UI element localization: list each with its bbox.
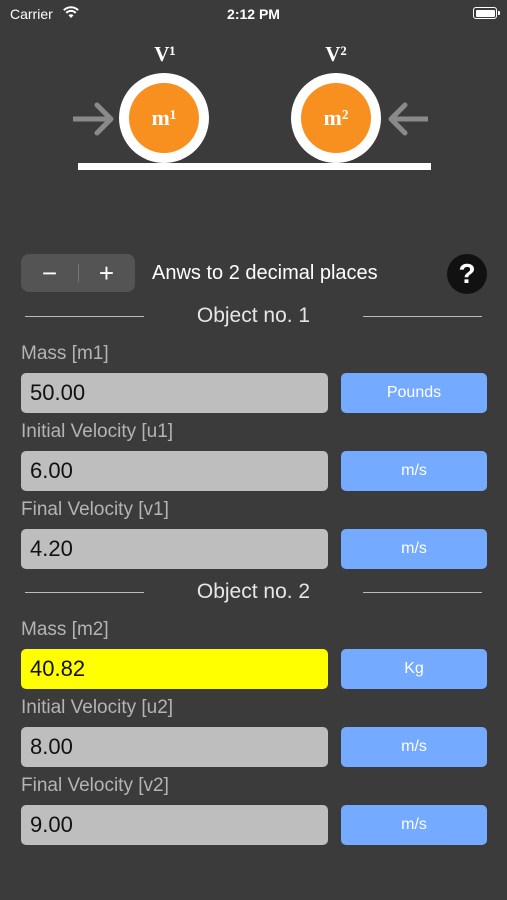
- help-button[interactable]: ?: [447, 254, 487, 294]
- final-velocity-v1-input[interactable]: 4.20: [21, 529, 328, 569]
- decimal-stepper[interactable]: − +: [21, 254, 135, 292]
- decrement-button[interactable]: −: [21, 254, 78, 292]
- object1-title: Object no. 1: [196, 304, 311, 327]
- v1-label: V¹: [154, 42, 175, 66]
- m1-label: m¹: [152, 105, 177, 130]
- mass-m1-unit-button[interactable]: Pounds: [341, 373, 487, 413]
- status-bar: Carrier 2:12 PM: [0, 0, 507, 28]
- collision-diagram: V¹ V² m¹ m²: [73, 42, 431, 170]
- object2-title: Object no. 2: [196, 580, 311, 603]
- ball-m2: m²: [291, 73, 381, 163]
- ground-line: [78, 163, 431, 170]
- final-velocity-v2-input[interactable]: 9.00: [21, 805, 328, 845]
- mass-m1-input[interactable]: 50.00: [21, 373, 328, 413]
- mass-m2-label: Mass [m2]: [21, 619, 109, 640]
- initial-velocity-u1-unit-button[interactable]: m/s: [341, 451, 487, 491]
- right-arrow-icon: [388, 102, 428, 136]
- final-velocity-v2-unit-button[interactable]: m/s: [341, 805, 487, 845]
- initial-velocity-u2-input[interactable]: 8.00: [21, 727, 328, 767]
- initial-velocity-u1-label: Initial Velocity [u1]: [21, 421, 174, 442]
- final-velocity-v1-label: Final Velocity [v1]: [21, 499, 169, 520]
- ball-m1: m¹: [119, 73, 209, 163]
- initial-velocity-u1-input[interactable]: 6.00: [21, 451, 328, 491]
- mass-m1-label: Mass [m1]: [21, 343, 109, 364]
- battery-icon: [473, 7, 500, 19]
- final-velocity-v1-unit-button[interactable]: m/s: [341, 529, 487, 569]
- clock: 2:12 PM: [227, 6, 280, 22]
- left-arrow-icon: [73, 102, 114, 136]
- initial-velocity-u2-label: Initial Velocity [u2]: [21, 697, 174, 718]
- final-velocity-v2-label: Final Velocity [v2]: [21, 775, 169, 796]
- v2-label: V²: [325, 42, 346, 66]
- decimal-places-label: Anws to 2 decimal places: [152, 262, 378, 284]
- mass-m2-unit-button[interactable]: Kg: [341, 649, 487, 689]
- initial-velocity-u2-unit-button[interactable]: m/s: [341, 727, 487, 767]
- increment-button[interactable]: +: [78, 254, 135, 292]
- m2-label: m²: [324, 105, 349, 130]
- mass-m2-result[interactable]: 40.82: [21, 649, 328, 689]
